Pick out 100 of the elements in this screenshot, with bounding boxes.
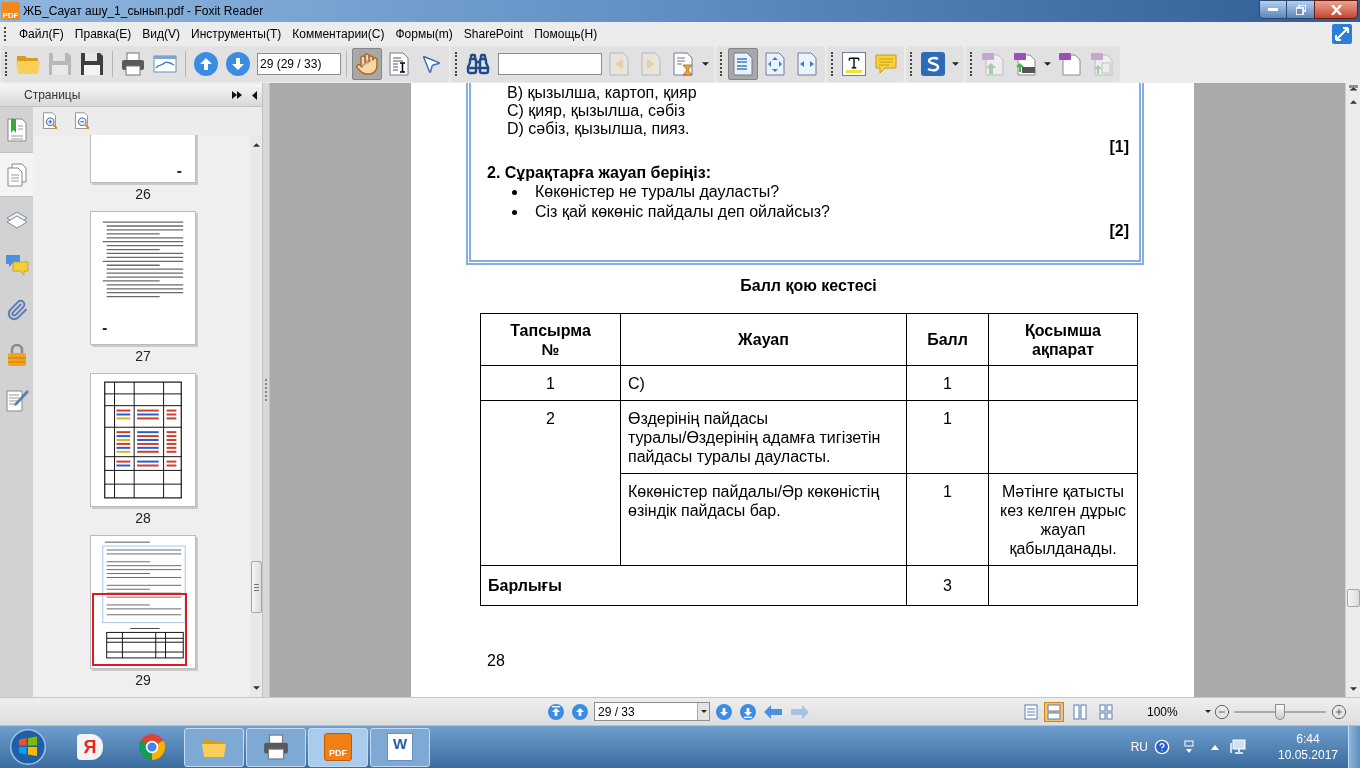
table-cell: Көкөністер пайдалы/Әр көкөністің өзіндік пайдасы бар. bbox=[620, 473, 907, 566]
taskbar-button[interactable]: Я bbox=[60, 727, 120, 767]
scrollbar-thumb[interactable] bbox=[1346, 589, 1360, 607]
table-cell: Өздерінің пайдасы туралы/Өздерінің адамға тигізетін пайдасы туралы дауласты. bbox=[620, 400, 907, 474]
restore-button[interactable] bbox=[1287, 0, 1314, 19]
caret-icon bbox=[700, 710, 707, 713]
language-indicator[interactable]: RU bbox=[1130, 738, 1148, 756]
bullet-icon bbox=[512, 209, 517, 215]
dropdown-button[interactable] bbox=[697, 703, 709, 720]
caret-icon bbox=[1204, 710, 1211, 713]
page-zoom-in-icon bbox=[42, 112, 60, 130]
fit-width-icon bbox=[795, 52, 819, 76]
page-number: 28 bbox=[487, 652, 506, 670]
answer-option: D) сәбіз, қызылша, пияз. bbox=[471, 120, 1139, 138]
fullscreen-icon bbox=[1332, 23, 1352, 44]
monitor-icon bbox=[1230, 739, 1246, 755]
pdf-page-icon bbox=[1058, 52, 1082, 76]
expand-button[interactable] bbox=[230, 88, 244, 102]
page-number-label: 29 bbox=[135, 671, 151, 689]
menu-item[interactable]: Помощь(H) bbox=[530, 23, 602, 44]
zoom-out-button[interactable] bbox=[1213, 703, 1230, 720]
menu-item[interactable]: Инструменты(T) bbox=[187, 23, 286, 44]
right-arrow-icon bbox=[791, 704, 809, 719]
arrow-up-circle-icon bbox=[548, 703, 564, 720]
arrow-down-circle-icon bbox=[226, 52, 250, 76]
close-button[interactable] bbox=[1314, 0, 1358, 19]
fullscreen-button[interactable] bbox=[1332, 23, 1352, 44]
page-zoom-out-icon bbox=[74, 112, 92, 130]
signature-page-icon bbox=[4, 387, 29, 412]
column-header: Қосымша ақпарат bbox=[988, 313, 1138, 366]
caret-down-icon bbox=[1349, 687, 1357, 691]
left-arrow-icon bbox=[251, 90, 257, 100]
page-thumbnail[interactable] bbox=[90, 373, 196, 507]
table-cell: 2 bbox=[480, 400, 621, 566]
column-header: Балл bbox=[906, 313, 989, 366]
taskbar-button[interactable] bbox=[246, 727, 306, 767]
left-arrow-icon bbox=[764, 704, 782, 719]
facing-button[interactable] bbox=[1070, 701, 1090, 722]
page-field[interactable]: 29 / 33 bbox=[594, 702, 710, 721]
page-left-arrow-icon bbox=[607, 52, 631, 76]
menu-item[interactable]: Комментарии(C) bbox=[288, 23, 389, 44]
table-cell: 1 bbox=[906, 400, 989, 474]
pages-icon bbox=[4, 162, 29, 187]
table-title: Балл қою кестесі bbox=[740, 277, 877, 295]
page-thumbnail[interactable] bbox=[90, 211, 196, 345]
speech-bubble-icon bbox=[874, 52, 898, 76]
slider-thumb[interactable] bbox=[1274, 703, 1285, 720]
menu-item[interactable]: Формы(m) bbox=[391, 23, 457, 44]
caret-icon bbox=[952, 62, 959, 66]
answer-option: C) қияр, қызылша, сәбіз bbox=[471, 102, 1139, 120]
menu-item[interactable]: SharePoint bbox=[459, 23, 528, 44]
fit-page-icon bbox=[763, 52, 787, 76]
column-header: Жауап bbox=[620, 313, 907, 366]
app-icon: Я bbox=[77, 734, 103, 760]
swirl-logo-icon bbox=[921, 52, 945, 76]
first-page-button[interactable] bbox=[546, 701, 566, 722]
table-cell: Мәтінге қатысты кез келген дұрыс жауап қабылданады. bbox=[988, 473, 1138, 566]
text-cursor-page-icon bbox=[387, 52, 411, 76]
app-icon: PDF bbox=[1, 2, 20, 20]
menu-item[interactable]: Файл(F) bbox=[15, 23, 68, 44]
show-desktop-button[interactable] bbox=[1348, 726, 1360, 768]
panel-title: Страницы bbox=[24, 87, 81, 104]
taskbar-button[interactable]: W bbox=[370, 727, 430, 767]
page-field[interactable]: 29 (29 / 33) bbox=[257, 53, 341, 75]
text-tool-icon bbox=[842, 52, 866, 76]
page-thumbnail[interactable] bbox=[90, 535, 196, 669]
continuous-button[interactable] bbox=[1044, 701, 1064, 722]
bullet-text: Көкөністер не туралы дауласты? bbox=[535, 182, 780, 202]
continuous-facing-button[interactable] bbox=[1096, 701, 1116, 722]
single-page-button[interactable] bbox=[1021, 701, 1041, 722]
sidebar-tab[interactable] bbox=[0, 152, 33, 197]
caret-up-icon bbox=[1349, 100, 1357, 104]
pdf-printer-icon bbox=[1013, 52, 1037, 76]
split-handle-icon bbox=[1348, 85, 1358, 93]
page-hourglass-icon bbox=[671, 52, 695, 76]
search-field[interactable] bbox=[498, 53, 602, 75]
previous-page-button[interactable] bbox=[570, 701, 590, 722]
pointer-icon bbox=[420, 53, 442, 75]
table-cell: 1 bbox=[906, 365, 989, 401]
page-right-arrow-icon bbox=[639, 52, 663, 76]
zoom-level: 100% bbox=[1147, 703, 1178, 721]
next-page-button[interactable] bbox=[714, 701, 734, 722]
table-cell: Барлығы bbox=[480, 565, 907, 606]
actual-size-button[interactable] bbox=[728, 48, 758, 80]
picture-card-icon bbox=[153, 52, 177, 76]
scrollbar-thumb[interactable] bbox=[250, 561, 262, 613]
menu-item[interactable]: Вид(V) bbox=[138, 23, 185, 44]
clock-date[interactable]: 10.05.2017 bbox=[1277, 747, 1339, 763]
zoom-in-button[interactable] bbox=[1330, 703, 1347, 720]
minimize-button[interactable] bbox=[1259, 0, 1287, 19]
caret-down-icon bbox=[252, 686, 260, 690]
column-header: Тапсырма № bbox=[480, 313, 621, 366]
zoom-slider[interactable] bbox=[1233, 703, 1326, 720]
hand-icon bbox=[355, 52, 379, 76]
menu-item[interactable]: Правка(E) bbox=[70, 23, 136, 44]
help-icon[interactable] bbox=[1154, 739, 1170, 755]
table-cell: 3 bbox=[906, 565, 989, 606]
page-number-label: 28 bbox=[135, 509, 151, 527]
circle-logo-icon bbox=[139, 734, 165, 760]
last-page-button[interactable] bbox=[738, 701, 758, 722]
